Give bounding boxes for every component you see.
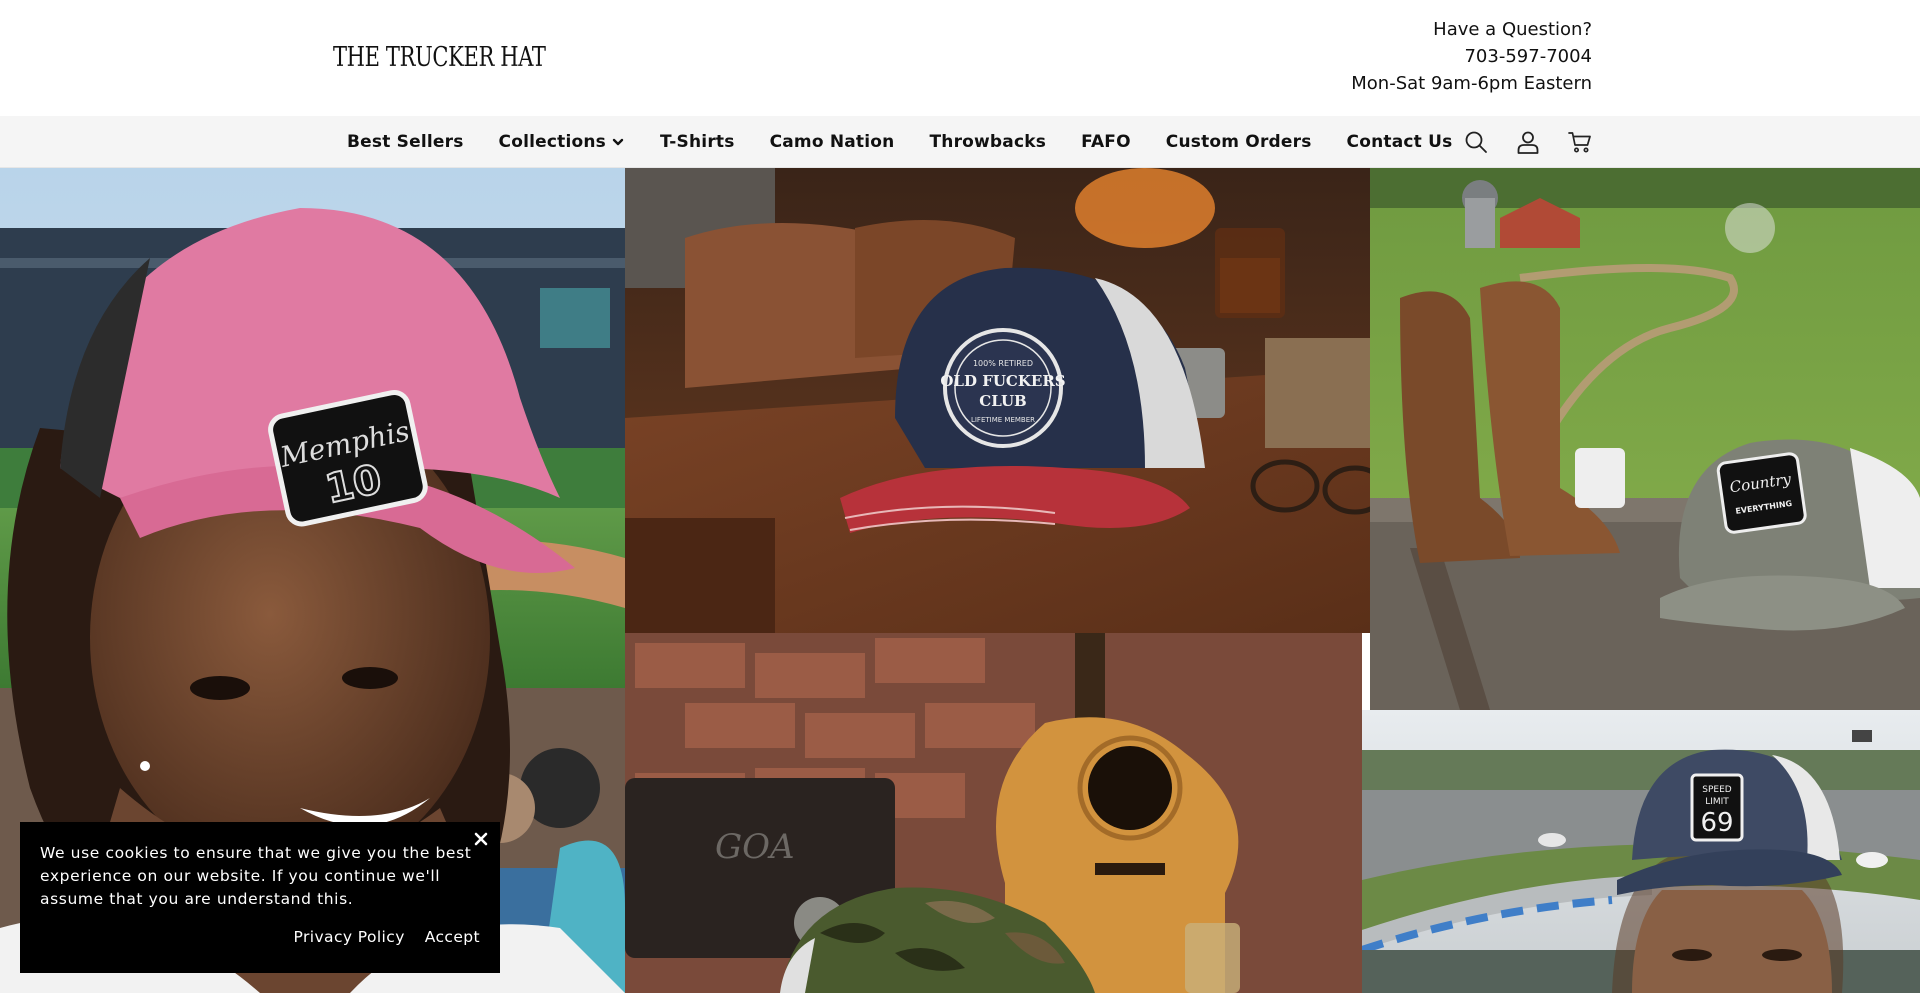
- site-header: THE TRUCKER HAT Have a Question? 703-597…: [0, 0, 1920, 116]
- hat-patch-text-bottom: LIFETIME MEMBER: [971, 416, 1035, 424]
- hero-photo-camo-hat[interactable]: GOA: [625, 633, 1362, 993]
- hat-patch-text-main: OLD FUCKERS: [940, 372, 1065, 390]
- cookie-message: We use cookies to ensure that we give yo…: [40, 844, 472, 908]
- nav-item-label: Contact Us: [1346, 132, 1453, 152]
- nav-item-label: Custom Orders: [1165, 132, 1312, 152]
- cookie-actions: Privacy Policy Accept: [294, 928, 480, 946]
- speed-limit-hat-image: SPEED LIMIT 69: [1362, 710, 1920, 993]
- nav-item-t-shirts[interactable]: T-Shirts: [660, 132, 735, 152]
- hat-patch-text-club: CLUB: [979, 392, 1026, 410]
- nav-item-label: Camo Nation: [769, 132, 895, 152]
- cart-icon[interactable]: [1568, 130, 1592, 154]
- header-actions: [1464, 116, 1592, 168]
- country-everything-hat-image: Country EVERYTHING: [1370, 168, 1920, 710]
- nav-item-collections[interactable]: Collections: [499, 132, 625, 152]
- camo-hat-image: GOA: [625, 633, 1362, 993]
- chevron-down-icon: [612, 138, 624, 146]
- hero-photo-speed-limit-hat[interactable]: SPEED LIMIT 69: [1362, 710, 1920, 993]
- nav-item-label: Best Sellers: [347, 132, 464, 152]
- hat-patch-text-top: 100% RETIRED: [973, 359, 1033, 368]
- nav-item-custom-orders[interactable]: Custom Orders: [1166, 132, 1312, 152]
- nav-item-contact-us[interactable]: Contact Us: [1347, 132, 1453, 152]
- nav-item-label: Throwbacks: [929, 132, 1047, 152]
- contact-info: Have a Question? 703-597-7004 Mon-Sat 9a…: [1351, 16, 1592, 97]
- hero-photo-old-fuckers-club-hat[interactable]: 100% RETIRED OLD FUCKERS CLUB LIFETIME M…: [625, 168, 1370, 633]
- hero-photo-country-everything-hat[interactable]: Country EVERYTHING: [1370, 168, 1920, 710]
- privacy-policy-link[interactable]: Privacy Policy: [294, 928, 405, 946]
- radio-script-text: GOA: [715, 827, 795, 867]
- limit-patch-text: LIMIT: [1705, 797, 1729, 807]
- nav-item-best-sellers[interactable]: Best Sellers: [347, 132, 464, 152]
- site-logo[interactable]: THE TRUCKER HAT: [333, 42, 546, 73]
- contact-hours: Mon-Sat 9am-6pm Eastern: [1351, 73, 1592, 94]
- contact-phone[interactable]: 703-597-7004: [1351, 43, 1592, 70]
- nav-item-throwbacks[interactable]: Throwbacks: [929, 132, 1046, 152]
- search-icon[interactable]: [1464, 130, 1488, 154]
- old-fuckers-club-hat-image: 100% RETIRED OLD FUCKERS CLUB LIFETIME M…: [625, 168, 1370, 633]
- speed-patch-text: SPEED: [1702, 785, 1732, 795]
- account-icon[interactable]: [1516, 130, 1540, 154]
- nav-menu: Best Sellers Collections T-Shirts Camo N…: [347, 116, 1487, 168]
- accept-button[interactable]: Accept: [425, 928, 480, 946]
- contact-question: Have a Question?: [1433, 19, 1592, 40]
- nav-item-label: FAFO: [1081, 132, 1131, 152]
- cookie-banner: We use cookies to ensure that we give yo…: [20, 822, 500, 973]
- nav-item-label: Collections: [498, 132, 606, 152]
- nav-item-camo-nation[interactable]: Camo Nation: [770, 132, 895, 152]
- nav-item-fafo[interactable]: FAFO: [1081, 132, 1131, 152]
- speed-number-patch-text: 69: [1700, 808, 1733, 838]
- main-nav: Best Sellers Collections T-Shirts Camo N…: [0, 116, 1920, 168]
- nav-item-label: T-Shirts: [660, 132, 735, 152]
